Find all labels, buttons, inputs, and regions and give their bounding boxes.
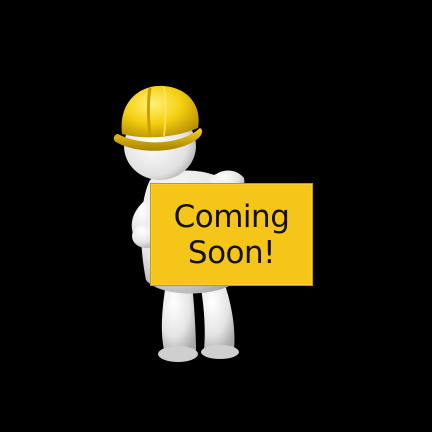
legs bbox=[158, 282, 239, 362]
coming-soon-illustration: Coming Soon! bbox=[0, 0, 432, 432]
coming-soon-sign: Coming Soon! bbox=[150, 183, 313, 286]
sign-line-soon: Soon! bbox=[187, 234, 276, 271]
sign-line-coming: Coming bbox=[173, 198, 290, 235]
